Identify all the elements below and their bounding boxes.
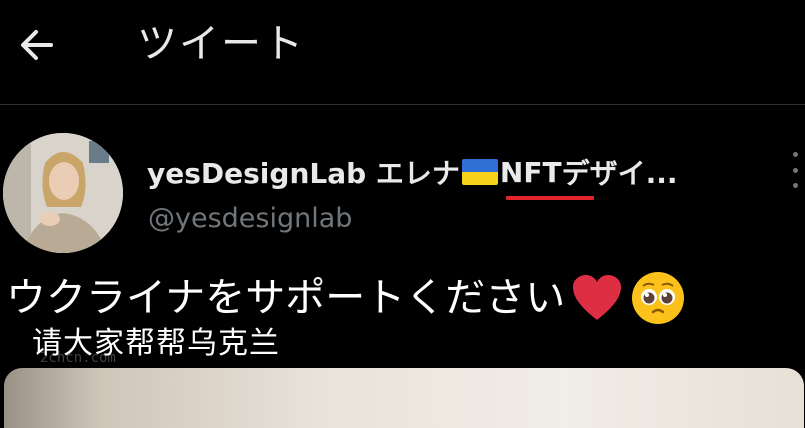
avatar[interactable] [3, 133, 123, 253]
top-bar: ツイート [0, 0, 805, 105]
more-options-button[interactable] [788, 152, 802, 188]
tweet-text: ウクライナをサポートください [6, 268, 685, 328]
tweet-media-image[interactable] [4, 368, 804, 428]
more-dot-icon [792, 183, 798, 188]
author-name-highlight: NFT [499, 155, 562, 189]
pleading-face-icon [632, 272, 685, 324]
more-dot-icon [792, 167, 798, 173]
tweet-body: ウクライナをサポートください [6, 275, 566, 321]
red-underline-annotation [506, 196, 594, 200]
author-name[interactable]: yesDesignLab エレナ NFT デザイ... [147, 150, 678, 194]
author-name-suffix: デザイ... [561, 157, 678, 190]
author-name-prefix: yesDesignLab エレナ [147, 157, 460, 190]
back-button[interactable] [14, 22, 60, 68]
ukraine-flag-icon [461, 159, 498, 185]
author-handle[interactable]: @yesdesignlab [148, 200, 352, 238]
red-heart-icon [573, 275, 622, 320]
subtitle-caption: 请大家帮帮乌克兰 [32, 326, 280, 361]
arrow-left-icon [21, 30, 53, 60]
profile-photo [3, 133, 123, 253]
more-dot-icon [792, 152, 798, 157]
page-title: ツイート [137, 21, 305, 67]
